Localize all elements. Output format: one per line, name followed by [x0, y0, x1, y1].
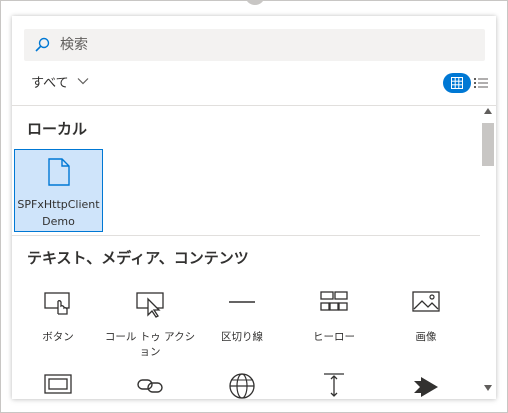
- search-box[interactable]: 検索: [24, 29, 485, 61]
- grid-view-button[interactable]: [443, 73, 471, 93]
- dialog-frame: 検索 すべて ローカル SPFxHttpClient Demo テキスト、メディ…: [0, 0, 508, 413]
- anchor-notch: [245, 0, 265, 5]
- tile-label: 区切り線: [221, 331, 263, 343]
- divider-icon: [229, 301, 255, 303]
- tile-label: ヒーロー: [313, 331, 355, 343]
- button-icon: [44, 292, 70, 315]
- stream-icon: [414, 377, 438, 397]
- web-part-list: ローカル SPFxHttpClient Demo テキスト、メディア、コンテンツ…: [12, 106, 480, 399]
- web-part-tile-stream[interactable]: [380, 363, 472, 399]
- web-part-tile-button[interactable]: ボタン: [12, 281, 104, 351]
- scrollbar-thumb[interactable]: [482, 123, 494, 166]
- section-divider: [12, 235, 480, 236]
- search-input[interactable]: 検索: [60, 29, 88, 61]
- web-part-tile-spacer[interactable]: [288, 363, 380, 399]
- scroll-down-arrow-icon[interactable]: [484, 385, 492, 391]
- view-toggle: [443, 73, 489, 93]
- call-to-action-icon: [136, 292, 164, 318]
- chevron-down-icon: [77, 78, 89, 85]
- web-part-tile-divider[interactable]: 区切り線: [196, 281, 288, 351]
- document-icon: [48, 158, 70, 186]
- section-heading-text-media-content: テキスト、メディア、コンテンツ: [27, 249, 249, 267]
- category-filter-dropdown[interactable]: すべて: [31, 71, 89, 91]
- list-view-icon[interactable]: [474, 76, 488, 90]
- search-icon: [35, 37, 50, 52]
- web-part-tile-globe[interactable]: [196, 363, 288, 399]
- section-heading-local: ローカル: [27, 120, 88, 138]
- hero-icon: [320, 291, 348, 311]
- category-filter-label: すべて: [31, 75, 69, 91]
- globe-icon: [229, 373, 255, 399]
- web-part-tile-spfx-httpclient-demo[interactable]: SPFxHttpClient Demo: [14, 149, 103, 232]
- spacer-icon: [324, 373, 344, 397]
- embed-icon: [44, 374, 72, 394]
- web-part-tile-label: SPFxHttpClient Demo: [17, 198, 100, 228]
- web-part-tile-call-to-action[interactable]: コール トゥ アクション: [104, 281, 196, 358]
- web-part-toolbox: 検索 すべて ローカル SPFxHttpClient Demo テキスト、メディ…: [12, 16, 496, 399]
- tile-label: ボタン: [42, 331, 74, 343]
- link-icon: [137, 379, 163, 393]
- vertical-scrollbar[interactable]: [480, 106, 496, 399]
- web-part-tile-hero[interactable]: ヒーロー: [288, 281, 380, 351]
- web-part-tile-embed[interactable]: [12, 363, 104, 399]
- tile-label: 画像: [415, 331, 437, 343]
- scroll-up-arrow-icon[interactable]: [484, 108, 492, 114]
- web-part-tile-link[interactable]: [104, 363, 196, 399]
- grid-icon: [451, 77, 463, 89]
- image-icon: [412, 291, 440, 312]
- tile-label: コール トゥ アクション: [104, 331, 196, 358]
- web-part-tile-image[interactable]: 画像: [380, 281, 472, 351]
